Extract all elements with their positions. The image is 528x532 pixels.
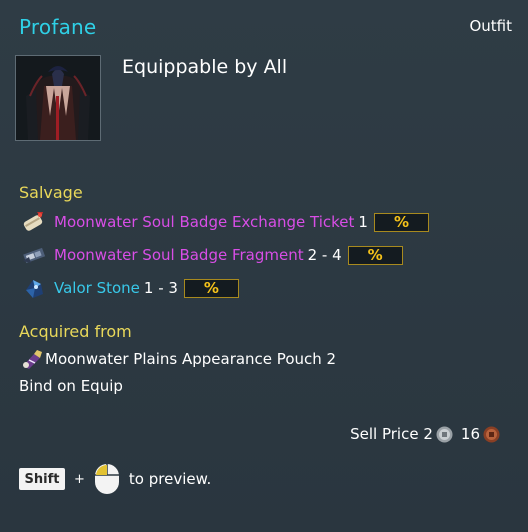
mouse-click-icon [94,464,119,494]
sell-price-label: Sell Price [350,425,419,443]
silver-amount: 2 [423,425,433,443]
copper-amount: 16 [460,425,480,443]
salvage-item[interactable]: Valor Stone 1 - 3 % [21,276,239,300]
item-category: Outfit [469,17,512,35]
salvage-heading: Salvage [19,183,83,202]
shift-key: Shift [19,468,65,490]
sell-price: Sell Price 2 16 [350,425,500,443]
drop-chance-badge: % [347,245,403,265]
drop-chance-badge: % [183,278,239,298]
plus-sign: + [74,471,85,487]
outfit-image-icon [16,56,100,140]
acquired-source-name: Moonwater Plains Appearance Pouch 2 [45,350,337,368]
scroll-ticket-icon [23,212,43,231]
silver-coin-icon [436,426,453,442]
copper-coin-icon [483,426,500,442]
valor-stone-icon [26,280,43,298]
outfit-thumbnail [15,55,101,141]
equip-restriction: Equippable by All [122,56,288,78]
salvage-item-qty: 2 - 4 [307,246,342,264]
preview-hint: Shift + to preview. [19,463,211,495]
acquired-heading: Acquired from [19,322,132,341]
drop-chance-badge: % [373,212,429,232]
salvage-item-qty: 1 [358,213,368,231]
salvage-item[interactable]: Moonwater Soul Badge Fragment 2 - 4 % [21,243,403,267]
salvage-item[interactable]: Moonwater Soul Badge Exchange Ticket 1 % [21,210,429,234]
salvage-item-name: Moonwater Soul Badge Fragment [54,246,304,264]
preview-text: to preview. [128,470,212,488]
salvage-item-qty: 1 - 3 [143,279,178,297]
bind-status: Bind on Equip [19,377,123,395]
acquired-source[interactable]: Moonwater Plains Appearance Pouch 2 [20,348,336,370]
salvage-item-name: Moonwater Soul Badge Exchange Ticket [54,213,355,231]
pouch-icon [23,350,42,369]
item-tooltip: Profane Outfit Equippable by All Salvage… [0,0,528,532]
item-name: Profane [19,15,97,39]
salvage-item-name: Valor Stone [54,279,140,297]
badge-fragment-icon [23,247,46,264]
